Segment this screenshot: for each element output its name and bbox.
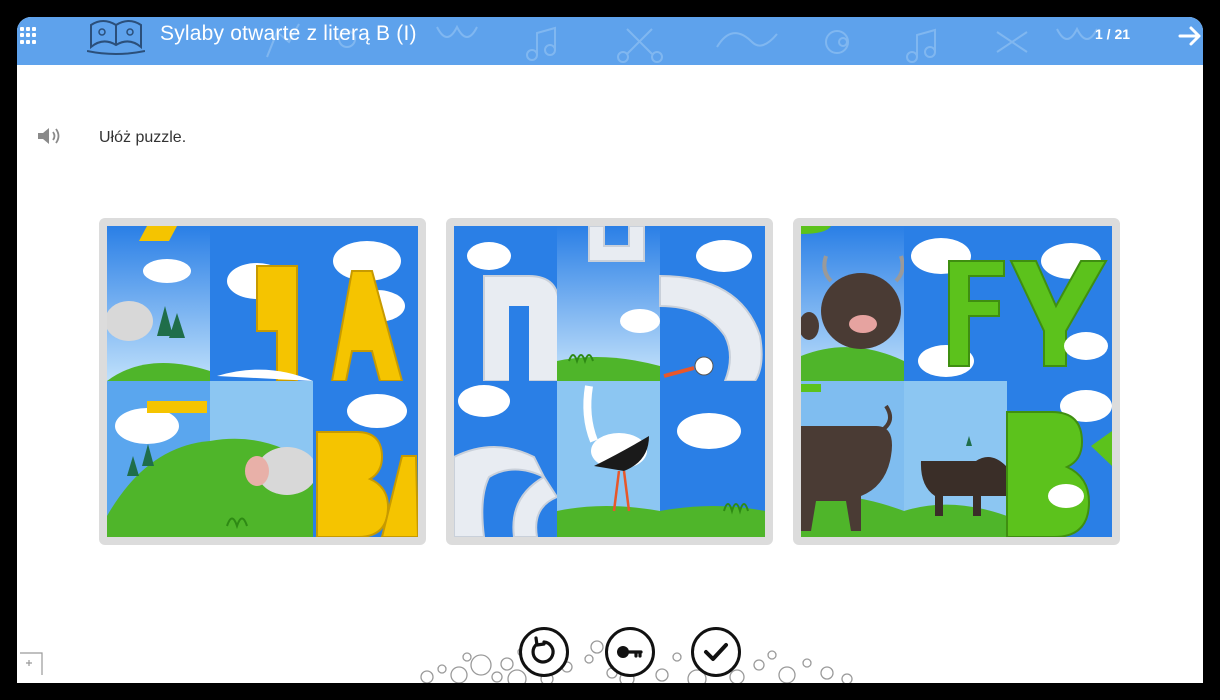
- key-button[interactable]: [605, 627, 655, 677]
- reset-icon: [531, 636, 555, 664]
- puzzle-piece[interactable]: [210, 226, 313, 382]
- grid-menu-icon[interactable]: [20, 27, 37, 44]
- puzzle-piece[interactable]: [313, 226, 418, 382]
- check-button[interactable]: [691, 627, 741, 677]
- instruction-text: Ułóż puzzle.: [99, 129, 187, 146]
- puzzle-bison-pieces: [801, 226, 1112, 537]
- arrow-right-icon[interactable]: [1177, 23, 1203, 49]
- puzzle-stork-pieces: [454, 226, 765, 537]
- puzzle-piece[interactable]: [454, 381, 559, 537]
- check-icon: [704, 643, 728, 661]
- puzzle-piece[interactable]: [210, 381, 317, 537]
- puzzle-sheep-pieces: [107, 226, 418, 537]
- puzzle-piece[interactable]: [313, 381, 418, 537]
- puzzle-piece[interactable]: [904, 381, 1007, 537]
- puzzle-piece[interactable]: [1007, 226, 1112, 381]
- puzzle-piece[interactable]: [801, 381, 904, 537]
- fullscreen-corner-icon[interactable]: [17, 649, 45, 679]
- puzzle-piece[interactable]: [107, 381, 210, 537]
- page-counter: 1 / 21: [1095, 26, 1131, 42]
- puzzle-piece[interactable]: [107, 226, 210, 381]
- puzzle-piece[interactable]: [904, 226, 1007, 381]
- puzzle-piece[interactable]: [454, 226, 560, 382]
- exercise-title: Sylaby otwarte z literą B (I): [160, 22, 417, 45]
- puzzle-piece[interactable]: [801, 226, 905, 381]
- header-bar: Sylaby otwarte z literą B (I) 1 / 21: [17, 17, 1203, 65]
- puzzle-piece[interactable]: [557, 226, 660, 381]
- speaker-icon[interactable]: [36, 125, 62, 147]
- puzzle-piece[interactable]: [660, 381, 765, 537]
- puzzle-stork-bo: [446, 218, 773, 545]
- puzzle-bison-by: [793, 218, 1120, 545]
- puzzle-piece[interactable]: [1006, 381, 1112, 537]
- puzzle-sheep-ba: [99, 218, 426, 545]
- book-logo-icon: [87, 20, 145, 55]
- key-icon: [617, 646, 643, 658]
- puzzle-piece[interactable]: [557, 381, 660, 537]
- exercise-screen: Sylaby otwarte z literą B (I) 1 / 21 Ułó…: [17, 17, 1203, 683]
- reset-button[interactable]: [519, 627, 569, 677]
